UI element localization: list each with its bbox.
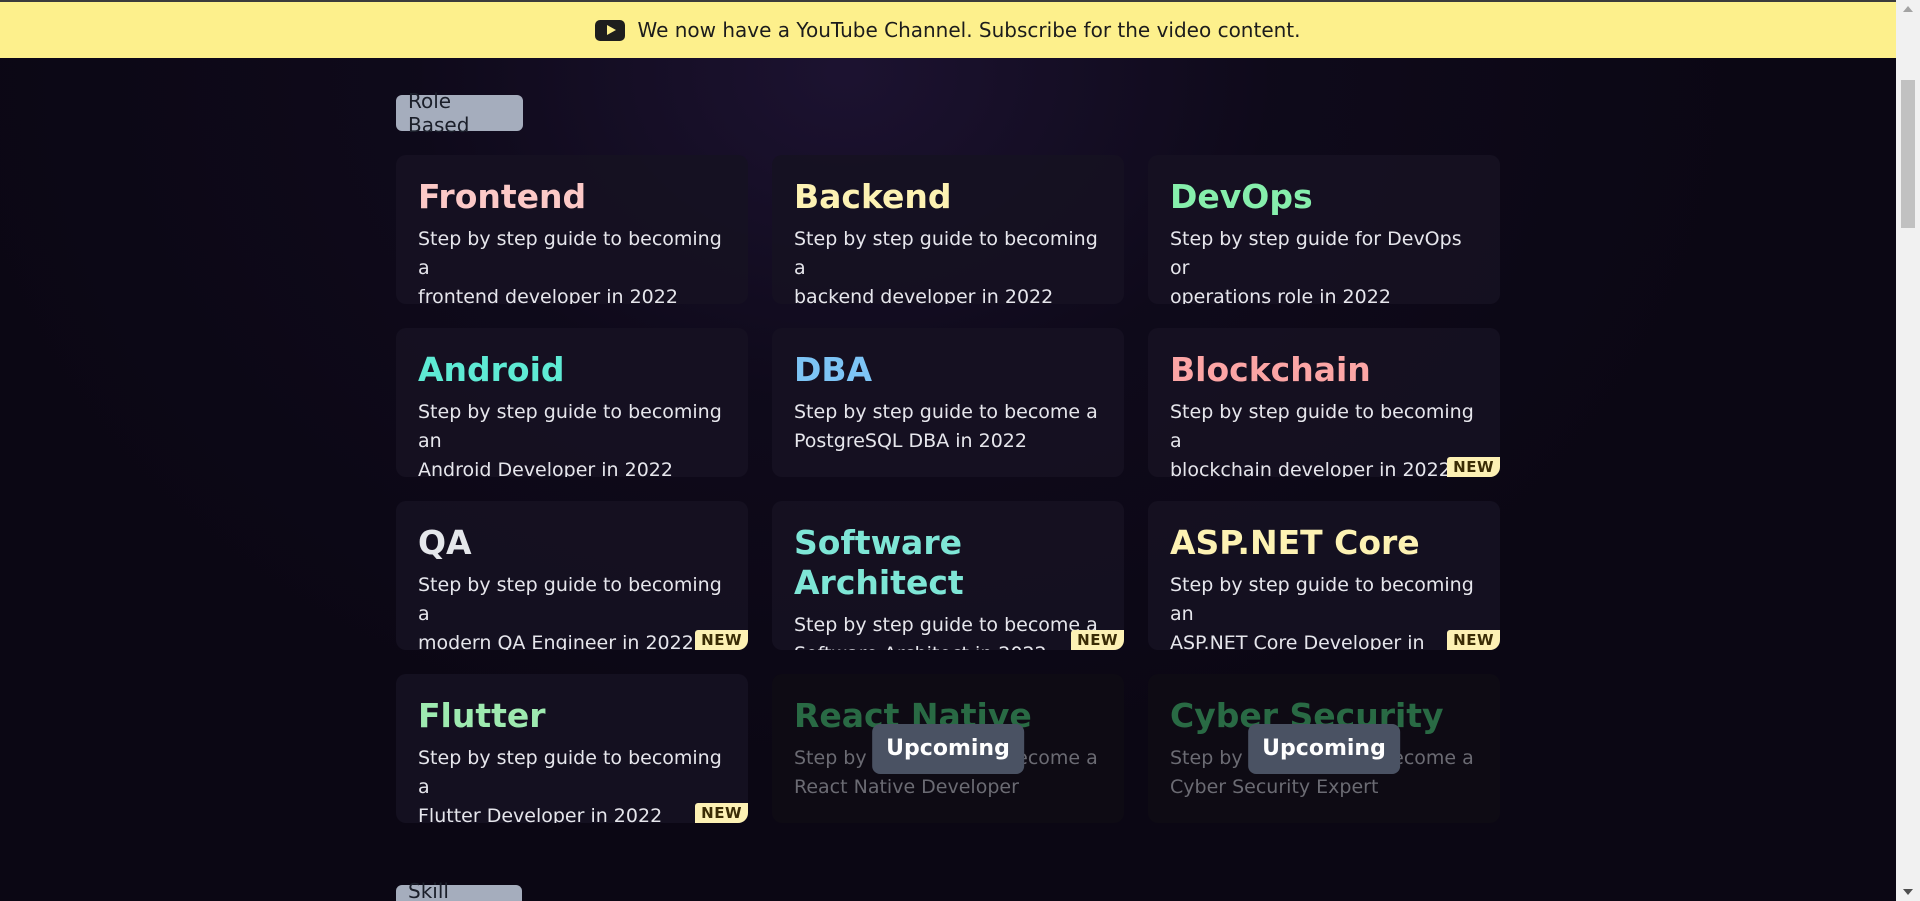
card-title: Software Architect — [794, 523, 964, 602]
roadmap-grid: Frontend Step by step guide to becoming … — [396, 155, 1500, 823]
card-description: Step by step guide to becoming a fronten… — [418, 225, 726, 304]
new-badge: NEW — [1071, 630, 1124, 650]
scroll-up-arrow-icon[interactable] — [1903, 6, 1913, 12]
card-desc-line: Step by step guide to become a — [794, 401, 1098, 423]
upcoming-badge: Upcoming — [1248, 723, 1400, 774]
card-desc-line: backend developer in 2022 — [794, 286, 1054, 304]
card-desc-line: Step by step guide to become a — [794, 614, 1098, 636]
card-dba[interactable]: DBA Step by step guide to become a Postg… — [772, 328, 1124, 477]
youtube-icon — [595, 19, 626, 41]
banner-text: We now have a YouTube Channel. Subscribe… — [637, 18, 1301, 42]
card-description: Step by step guide to becoming a modern … — [418, 571, 726, 650]
card-desc-line: Android Developer in 2022 — [418, 459, 673, 477]
card-desc-line: ASP.NET Core Developer in 2022 — [1170, 632, 1425, 650]
section-label-skill-based: Skill Based — [396, 879, 522, 901]
upcoming-badge: Upcoming — [872, 723, 1024, 774]
card-desc-line: Step by step guide to becoming a — [418, 747, 722, 798]
card-description: Step by step guide to become a PostgreSQ… — [794, 398, 1102, 456]
card-desc-line: frontend developer in 2022 — [418, 286, 678, 304]
card-title: Android — [418, 350, 565, 389]
card-title: DBA — [794, 350, 873, 389]
new-badge: NEW — [695, 630, 748, 650]
card-description: Step by step guide to becoming a blockch… — [1170, 398, 1478, 477]
card-desc-line: React Native Developer — [794, 776, 1019, 798]
card-desc-line: Step by step guide to becoming an — [1170, 574, 1474, 625]
card-frontend[interactable]: Frontend Step by step guide to becoming … — [396, 155, 748, 304]
card-desc-line: Step by step guide to becoming a — [418, 574, 722, 625]
card-desc-line: Flutter Developer in 2022 — [418, 805, 663, 823]
vertical-scrollbar[interactable] — [1896, 0, 1920, 901]
card-devops[interactable]: DevOps Step by step guide for DevOps or … — [1148, 155, 1500, 304]
card-description: Step by step guide to becoming an Androi… — [418, 398, 726, 477]
card-desc-line: Step by step guide to becoming a — [794, 228, 1098, 279]
card-description: Step by step guide to becoming an ASP.NE… — [1170, 571, 1478, 650]
card-description: Step by step guide to becoming a backend… — [794, 225, 1102, 304]
card-title: Backend — [794, 177, 952, 216]
card-react-native: React Native Step by step guide to becom… — [772, 674, 1124, 823]
card-desc-line: Step by step guide to becoming an — [418, 401, 722, 452]
new-badge: NEW — [695, 803, 748, 823]
section-label-role-based: Role Based — [396, 89, 523, 137]
card-qa[interactable]: QA Step by step guide to becoming a mode… — [396, 501, 748, 650]
card-description: Step by step guide for DevOps or operati… — [1170, 225, 1478, 304]
card-description: Step by step guide to becoming a Flutter… — [418, 744, 726, 823]
card-title: DevOps — [1170, 177, 1313, 216]
new-badge: NEW — [1447, 630, 1500, 650]
card-desc-line: Cyber Security Expert — [1170, 776, 1379, 798]
card-android[interactable]: Android Step by step guide to becoming a… — [396, 328, 748, 477]
card-title: QA — [418, 523, 472, 562]
new-badge: NEW — [1447, 457, 1500, 477]
card-software-architect[interactable]: Software Architect Step by step guide to… — [772, 501, 1124, 650]
card-desc-line: operations role in 2022 — [1170, 286, 1391, 304]
card-title: Frontend — [418, 177, 587, 216]
card-desc-line: Step by step guide for DevOps or — [1170, 228, 1462, 279]
card-title: Blockchain — [1170, 350, 1371, 389]
card-aspnet-core[interactable]: ASP.NET Core Step by step guide to becom… — [1148, 501, 1500, 650]
scroll-down-arrow-icon[interactable] — [1903, 889, 1913, 895]
card-desc-line: Step by step guide to becoming a — [1170, 401, 1474, 452]
card-cyber-security: Cyber Security Step by step guide to bec… — [1148, 674, 1500, 823]
scrollbar-thumb[interactable] — [1901, 80, 1915, 228]
card-desc-line: Step by step guide to becoming a — [418, 228, 722, 279]
page: We now have a YouTube Channel. Subscribe… — [0, 0, 1920, 901]
card-title: ASP.NET Core — [1170, 523, 1420, 562]
card-desc-line: PostgreSQL DBA in 2022 — [794, 430, 1027, 452]
card-desc-line: blockchain developer in 2022 — [1170, 459, 1451, 477]
card-backend[interactable]: Backend Step by step guide to becoming a… — [772, 155, 1124, 304]
card-description: Step by step guide to become a Software … — [794, 611, 1102, 650]
youtube-banner[interactable]: We now have a YouTube Channel. Subscribe… — [0, 2, 1896, 58]
card-desc-line: Software Architect in 2022 — [794, 640, 1102, 650]
card-title: Flutter — [418, 696, 546, 735]
card-flutter[interactable]: Flutter Step by step guide to becoming a… — [396, 674, 748, 823]
card-desc-line: modern QA Engineer in 2022 — [418, 632, 694, 650]
card-blockchain[interactable]: Blockchain Step by step guide to becomin… — [1148, 328, 1500, 477]
